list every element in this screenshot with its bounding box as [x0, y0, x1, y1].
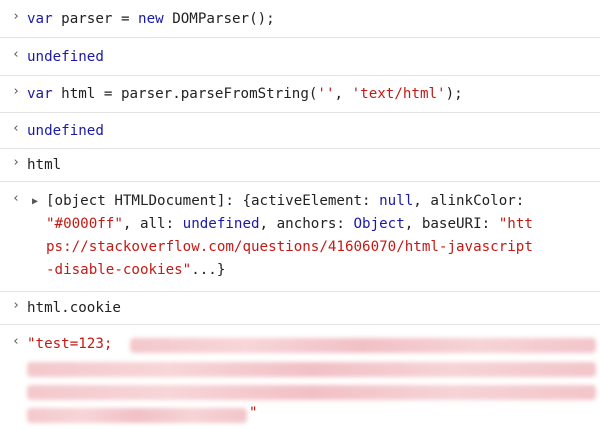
expand-triangle-icon[interactable]: ▶: [32, 196, 38, 207]
redacted-cookie-text: [27, 362, 596, 377]
code-token: undefined: [182, 216, 260, 232]
object-line: "#0000ff", all: undefined, anchors: Obje…: [46, 213, 533, 235]
code-token: new: [138, 11, 164, 27]
redacted-cookie-text: [27, 385, 596, 400]
code-token: , anchors:: [259, 216, 354, 232]
console-row-output: ‹ undefined: [0, 113, 600, 149]
output-arrow-icon: ‹: [12, 121, 20, 136]
object-line: ps://stackoverflow.com/questions/4160607…: [46, 236, 533, 258]
object-line: -disable-cookies"...}: [46, 259, 225, 281]
code-token: );: [445, 86, 463, 102]
code-token: var: [27, 86, 53, 102]
code-token: , baseURI:: [404, 216, 499, 232]
code-token: ...}: [191, 262, 226, 278]
code-token: Object: [353, 216, 405, 232]
input-code[interactable]: html.cookie: [27, 297, 121, 319]
console-row-output: ‹ undefined: [0, 38, 600, 76]
code-token: '': [317, 86, 335, 102]
console-row-input: › var html = parser.parseFromString('', …: [0, 76, 600, 113]
code-token: html = parser.parseFromString(: [52, 86, 318, 102]
cookie-string-end: ": [249, 405, 258, 421]
code-token: [object HTMLDocument]: {activeElement:: [46, 193, 380, 209]
code-token: 'text/html': [351, 86, 446, 102]
output-value: undefined: [27, 123, 104, 139]
code-token: , alinkColor:: [413, 193, 525, 209]
console-row-output: ‹ "test=123; ": [0, 325, 600, 429]
code-token: , all:: [122, 216, 183, 232]
input-prompt-icon: ›: [12, 155, 20, 170]
code-token: null: [379, 193, 414, 209]
redacted-cookie-text: [27, 408, 247, 423]
code-token: parser =: [52, 11, 139, 27]
object-line[interactable]: [object HTMLDocument]: {activeElement: n…: [46, 190, 524, 212]
output-arrow-icon: ‹: [12, 334, 20, 349]
input-prompt-icon: ›: [12, 9, 20, 24]
console-row-input: › html.cookie: [0, 292, 600, 325]
output-value: undefined: [27, 49, 104, 65]
input-code[interactable]: var html = parser.parseFromString('', 't…: [27, 83, 463, 105]
input-code[interactable]: var parser = new DOMParser();: [27, 8, 275, 30]
code-token: ps://stackoverflow.com/questions/4160607…: [46, 239, 533, 255]
cookie-string-start: "test=123;: [27, 336, 113, 352]
devtools-console: › var parser = new DOMParser(); ‹ undefi…: [0, 0, 600, 429]
code-token: "htt: [498, 216, 533, 232]
output-arrow-icon: ‹: [12, 47, 20, 62]
code-token: ,: [334, 86, 352, 102]
redacted-cookie-text: [130, 338, 596, 353]
output-arrow-icon: ‹: [12, 191, 20, 206]
code-token: -disable-cookies": [46, 262, 192, 278]
console-row-input: › html: [0, 149, 600, 182]
input-code[interactable]: html: [27, 154, 61, 176]
console-row-object: ‹ ▶ [object HTMLDocument]: {activeElemen…: [0, 182, 600, 292]
input-prompt-icon: ›: [12, 84, 20, 99]
code-token: DOMParser();: [163, 11, 275, 27]
console-row-input: › var parser = new DOMParser();: [0, 0, 600, 38]
input-prompt-icon: ›: [12, 298, 20, 313]
code-token: "#0000ff": [46, 216, 123, 232]
code-token: var: [27, 11, 53, 27]
